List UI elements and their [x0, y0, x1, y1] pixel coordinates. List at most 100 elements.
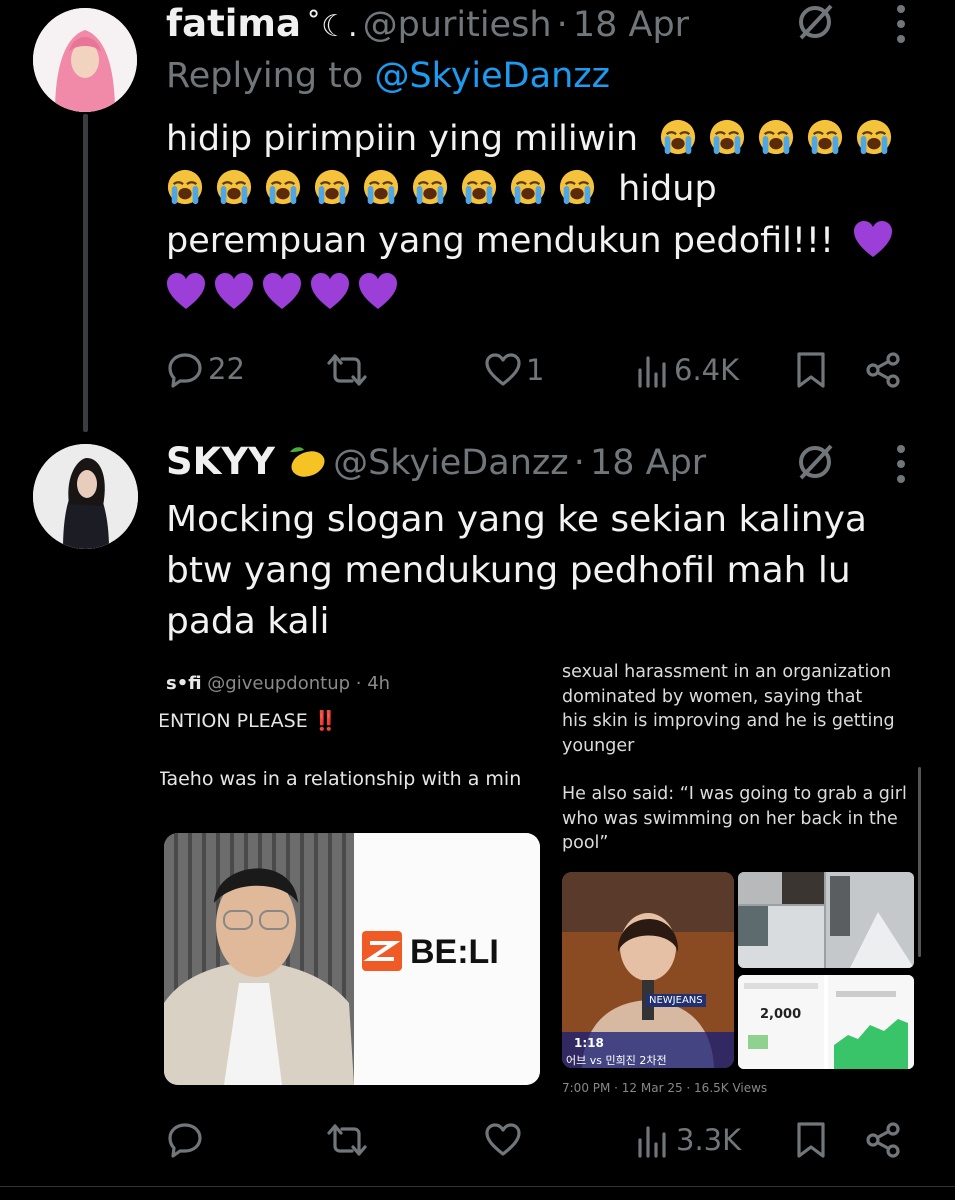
- embed-app-screenshot: 2,000: [738, 975, 914, 1069]
- embed-video-thumbnail: NEWJEANS 1:18 어브 vs 민희진 2차전: [562, 872, 734, 1068]
- loudly-crying-emoji: [362, 168, 400, 206]
- embed-line: Taeho was in a relationship with a min: [160, 768, 522, 790]
- embed-footer: 7:00 PM · 12 Mar 25 · 16.5K Views: [562, 1081, 768, 1095]
- retweet-button[interactable]: [326, 352, 368, 388]
- embed-photo: BE:LI: [164, 833, 540, 1085]
- embed-text-line: pool”: [562, 833, 609, 853]
- loudly-crying-emoji: [806, 118, 844, 156]
- loudly-crying-emoji: [757, 118, 795, 156]
- tweet-date[interactable]: 18 Apr: [573, 5, 689, 45]
- tweet-text-line: perempuan yang mendukun pedofil!!!: [166, 221, 834, 261]
- bookmark-icon: [797, 1122, 825, 1158]
- retweet-icon: [327, 1124, 367, 1156]
- replying-to: Replying to @SkyieDanzz: [166, 56, 610, 96]
- retweet-icon: [327, 354, 367, 386]
- tweet-date[interactable]: 18 Apr: [590, 443, 706, 483]
- like-button[interactable]: 1: [484, 352, 544, 388]
- embed-text-line: dominated by women, saying that: [562, 686, 863, 707]
- user-handle[interactable]: @SkyieDanzz: [333, 443, 569, 483]
- embed-text-line: his skin is improving and he is getting: [562, 711, 895, 731]
- tweet-header: fatima ˚☾. @puritiesh · 18 Apr: [166, 2, 689, 45]
- separator: ·: [556, 5, 568, 45]
- display-name[interactable]: fatima: [166, 2, 301, 45]
- video-caption: 어브 vs 민희진 2차전: [566, 1054, 667, 1067]
- share-icon: [866, 1122, 900, 1158]
- avatar-skyy[interactable]: [33, 444, 138, 549]
- purple-heart-emoji: [166, 273, 206, 311]
- like-icon: [485, 1123, 521, 1156]
- replying-handle-link[interactable]: @SkyieDanzz: [374, 56, 610, 96]
- replying-label: Replying to: [166, 56, 364, 96]
- embed-photo-grid: [738, 872, 914, 968]
- loudly-crying-emoji: [659, 118, 697, 156]
- loudly-crying-emoji: [411, 168, 449, 206]
- tweet-header: SKYY @SkyieDanzz · 18 Apr: [166, 440, 706, 483]
- display-name[interactable]: SKYY: [166, 440, 275, 483]
- loudly-crying-emoji: [264, 168, 302, 206]
- tweet-text-line: btw yang mendukung pedhofil mah lu: [166, 550, 851, 591]
- views-button[interactable]: 6.4K: [636, 352, 739, 388]
- retweet-button[interactable]: [326, 1122, 368, 1158]
- bookmark-icon: [797, 352, 825, 388]
- bookmark-button[interactable]: [795, 351, 827, 389]
- embed-text-line: He also said: “I was going to grab a gir…: [562, 784, 907, 804]
- reply-icon: [168, 353, 202, 388]
- tweet-text: Mocking slogan yang ke sekian kalinya bt…: [166, 494, 926, 647]
- grok-icon[interactable]: [793, 0, 837, 48]
- grok-icon[interactable]: [793, 440, 837, 488]
- more-icon[interactable]: [893, 444, 909, 488]
- embed-paragraph-2: He also said: “I was going to grab a gir…: [562, 782, 907, 856]
- embed-logo-text: BE:LI: [410, 933, 499, 971]
- loudly-crying-emoji: [509, 168, 547, 206]
- embed-handle: @giveupdontup · 4h: [207, 673, 391, 694]
- scrollbar[interactable]: [918, 767, 921, 957]
- reply-button[interactable]: [166, 1120, 204, 1158]
- double-exclamation-emoji: ‼️: [313, 710, 338, 732]
- more-icon[interactable]: [893, 4, 909, 48]
- lemon-emoji: [290, 447, 325, 477]
- embed-text-line: younger: [562, 735, 635, 756]
- views-icon: [638, 356, 666, 388]
- loudly-crying-emoji: [558, 168, 596, 206]
- tweet-text: hidip pirimpiin ying miliwin hidup perem…: [166, 116, 926, 322]
- bookmark-button[interactable]: [795, 1121, 827, 1159]
- app-value: 2,000: [760, 1007, 802, 1022]
- purple-heart-emoji: [853, 221, 893, 259]
- reply-count: 22: [208, 352, 245, 386]
- like-button[interactable]: [484, 1122, 522, 1158]
- share-icon: [866, 352, 900, 388]
- views-count: 6.4K: [674, 353, 740, 387]
- loudly-crying-emoji: [215, 168, 253, 206]
- divider: [0, 1186, 955, 1187]
- share-button[interactable]: [864, 1121, 902, 1159]
- purple-heart-emoji: [214, 273, 254, 311]
- embed-username: s•fi: [166, 673, 202, 694]
- user-handle[interactable]: @puritiesh: [363, 5, 552, 45]
- embed-paragraph-1: sexual harassment in an organization dom…: [562, 660, 895, 758]
- views-icon: [638, 1126, 666, 1158]
- views-button[interactable]: 3.3K: [636, 1122, 741, 1158]
- loudly-crying-emoji: [166, 168, 204, 206]
- like-icon: [485, 353, 521, 386]
- views-count: 3.3K: [676, 1123, 742, 1157]
- reply-button[interactable]: 22: [166, 350, 245, 388]
- tweet-text-line: Mocking slogan yang ke sekian kalinya: [166, 499, 867, 540]
- tweet-text-line: hidup: [618, 169, 717, 209]
- tweet-text-line: pada kali: [166, 601, 330, 642]
- attached-image-right[interactable]: sexual harassment in an organization dom…: [556, 655, 922, 1095]
- loudly-crying-emoji: [855, 118, 893, 156]
- thread-connector-line: [83, 114, 88, 432]
- embed-heading: ENTION PLEASE: [160, 710, 308, 732]
- purple-heart-emoji: [358, 273, 398, 311]
- share-button[interactable]: [864, 351, 902, 389]
- video-time: 1:18: [574, 1036, 604, 1050]
- embed-text-line: who was swimming on her back in the: [562, 808, 898, 829]
- loudly-crying-emoji: [708, 118, 746, 156]
- avatar-fatima[interactable]: [33, 8, 137, 112]
- loudly-crying-emoji: [313, 168, 351, 206]
- video-badge: NEWJEANS: [646, 994, 706, 1007]
- reply-icon: [168, 1123, 202, 1158]
- attached-image-left[interactable]: s•fi @giveupdontup · 4h ENTION PLEASE ‼️…: [160, 655, 540, 1095]
- purple-heart-emoji: [262, 273, 302, 311]
- display-name-suffix: ˚☾.: [306, 9, 358, 44]
